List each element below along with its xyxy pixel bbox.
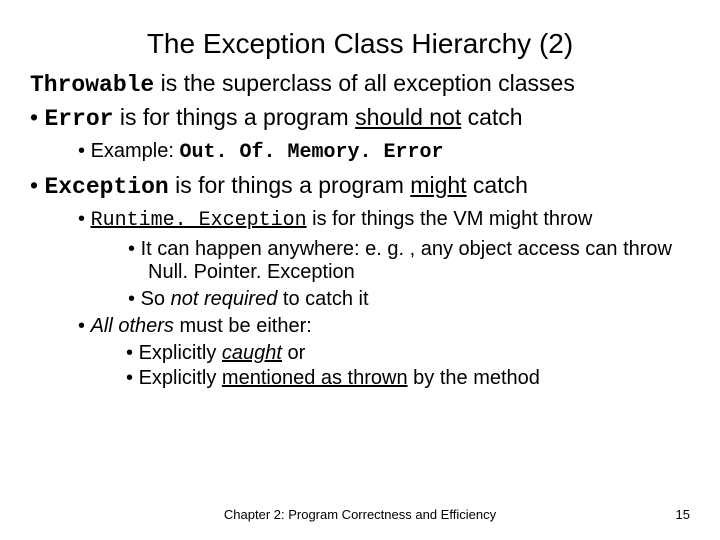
slide-title: The Exception Class Hierarchy (2) [30, 28, 690, 60]
bullet-caught: Explicitly caught or [126, 342, 690, 365]
code-runtime-exception: Runtime. Exception [91, 209, 307, 232]
bullet-all-others: All others must be either: Explicitly ca… [78, 315, 690, 390]
intro-text: is the superclass of all exception class… [154, 70, 575, 96]
underline-might: might [410, 172, 466, 198]
text: must be either: [174, 315, 312, 337]
code-error: Error [44, 106, 113, 132]
intro-line: Throwable is the superclass of all excep… [30, 70, 690, 98]
bullet-anywhere: It can happen anywhere: e. g. , any obje… [128, 238, 690, 284]
underline-caught: caught [222, 342, 282, 364]
italic-all-others: All others [91, 315, 174, 337]
text: So [141, 288, 171, 310]
text: is for things the VM might throw [307, 208, 593, 230]
code-throwable: Throwable [30, 72, 154, 98]
footer-text: Chapter 2: Program Correctness and Effic… [0, 507, 720, 522]
code-exception: Exception [44, 174, 168, 200]
text: or [282, 342, 305, 364]
bullet-example: Example: Out. Of. Memory. Error [78, 140, 690, 164]
bullet-exception: Exception is for things a program might … [30, 172, 690, 390]
text: Explicitly [139, 367, 222, 389]
bullet-not-required: So not required to catch it [128, 288, 690, 311]
text: to catch it [277, 288, 368, 310]
text: is for things a program [169, 172, 411, 198]
underline-mentioned: mentioned as thrown [222, 367, 408, 389]
bullet-mentioned: Explicitly mentioned as thrown by the me… [126, 367, 690, 390]
text: Explicitly [139, 342, 222, 364]
text: by the method [408, 367, 540, 389]
text: catch [461, 104, 522, 130]
underline-should-not: should not [355, 104, 461, 130]
example-label: Example: [91, 140, 180, 162]
italic-not-required: not required [171, 288, 278, 310]
text: catch [467, 172, 528, 198]
code-oom: Out. Of. Memory. Error [180, 141, 444, 164]
bullet-runtime-exception: Runtime. Exception is for things the VM … [78, 208, 690, 311]
text: is for things a program [113, 104, 355, 130]
bullet-error: Error is for things a program should not… [30, 104, 690, 164]
page-number: 15 [676, 507, 690, 522]
bullet-list: Error is for things a program should not… [30, 104, 690, 390]
